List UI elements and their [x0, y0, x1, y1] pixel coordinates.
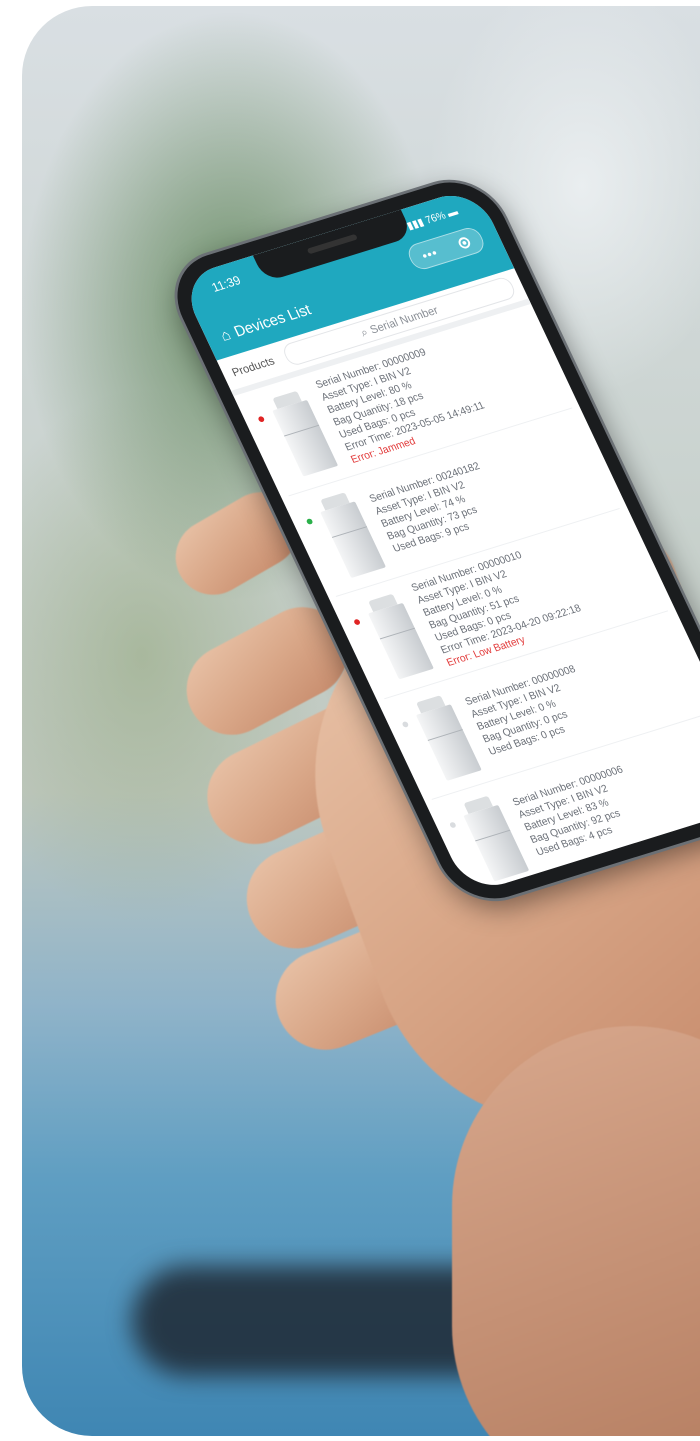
status-battery: ▮▮▮ 76% ▬	[405, 205, 460, 232]
device-info: Serial Number: 00240182 Asset Type: I BI…	[367, 460, 505, 556]
device-info: Serial Number: 00000006 Asset Type: I BI…	[510, 763, 648, 859]
speaker-grille	[306, 233, 358, 255]
smartphone: 11:39 ▮▮▮ 76% ▬ ••• ⌂ Devices List Produ…	[160, 170, 700, 911]
status-dot	[305, 518, 314, 525]
home-icon[interactable]: ⌂	[218, 327, 234, 345]
status-dot	[448, 821, 457, 829]
status-dot	[257, 415, 266, 423]
phone-screen: 11:39 ▮▮▮ 76% ▬ ••• ⌂ Devices List Produ…	[178, 186, 700, 895]
mini-program-capsule: •••	[404, 225, 488, 273]
phone-scene: 11:39 ▮▮▮ 76% ▬ ••• ⌂ Devices List Produ…	[0, 0, 700, 1441]
more-dots-icon[interactable]: •••	[419, 245, 440, 263]
products-tab[interactable]: Products	[230, 354, 277, 379]
device-info: Serial Number: 00000008 Asset Type: I BI…	[463, 663, 601, 759]
status-dot	[353, 618, 361, 626]
status-time: 11:39	[209, 272, 243, 295]
status-dot	[401, 720, 410, 728]
target-icon[interactable]	[456, 235, 473, 250]
device-list: Serial Number: 00000009 Asset Type: I BI…	[234, 304, 700, 895]
